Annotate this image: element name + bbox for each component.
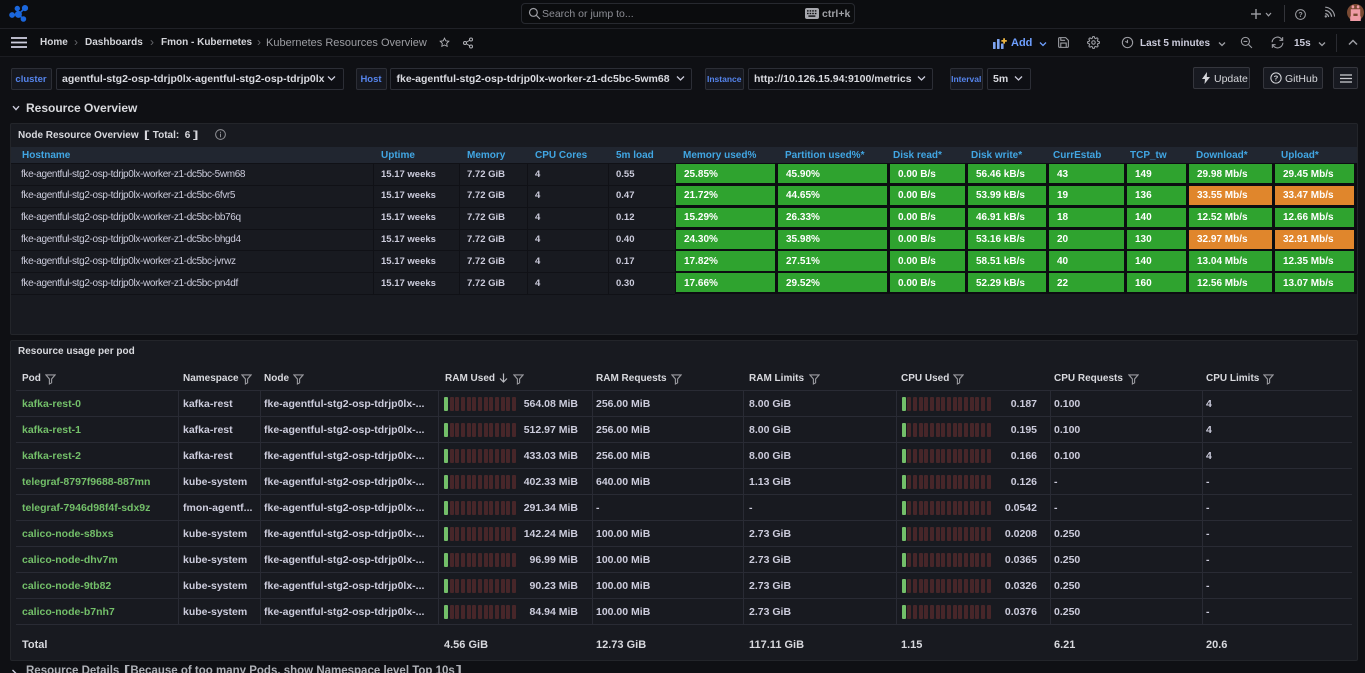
svg-text:?: ?: [1274, 74, 1279, 83]
svg-text:?: ?: [1298, 12, 1302, 19]
